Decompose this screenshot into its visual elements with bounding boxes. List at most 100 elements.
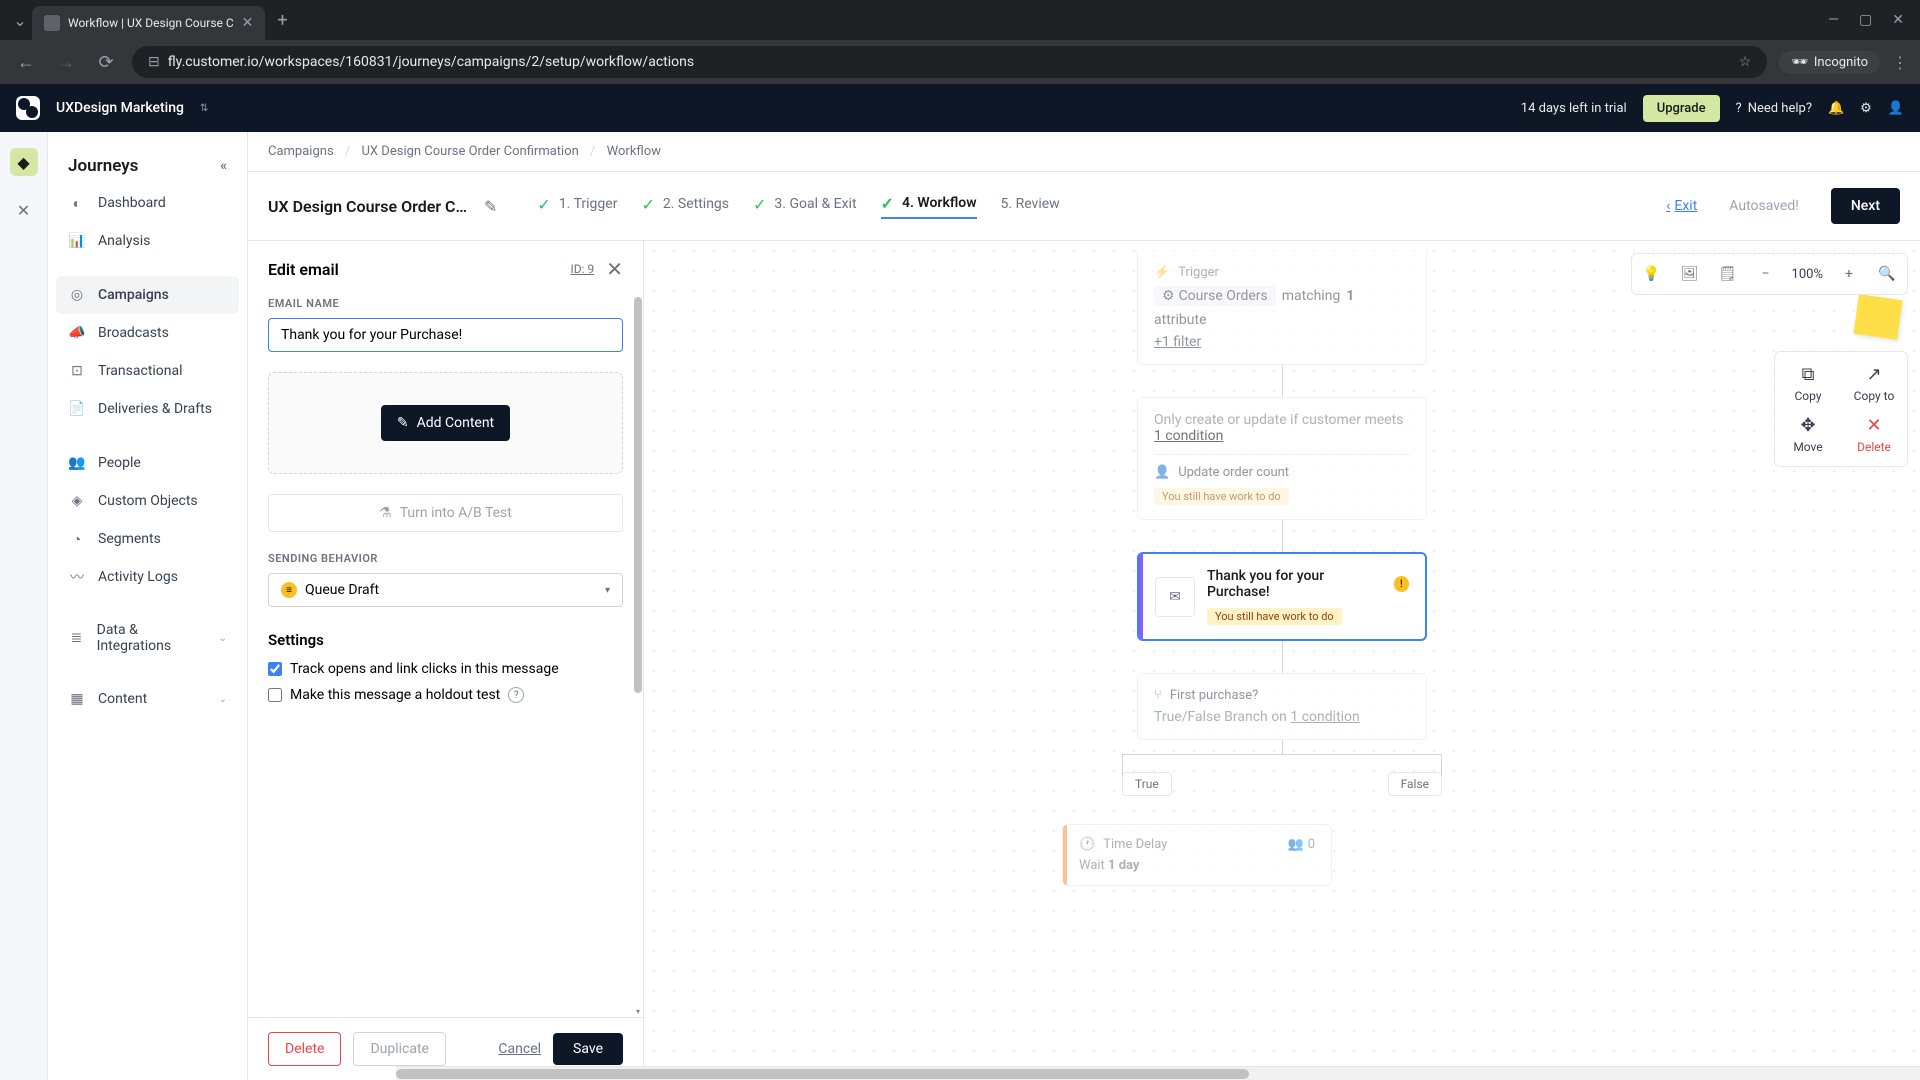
warning-icon: ! (1394, 576, 1409, 592)
idea-tool-icon[interactable]: 💡 (1636, 258, 1668, 290)
panel-scrollbar[interactable]: ▴ ▾ (633, 297, 643, 1017)
delete-icon: ✕ (1866, 415, 1881, 436)
image-tool-icon[interactable]: 🖼 (1674, 258, 1706, 290)
maximize-icon[interactable]: ▢ (1859, 12, 1872, 28)
track-opens-checkbox[interactable] (268, 662, 282, 676)
sidebar-item-analysis[interactable]: 📊Analysis (56, 222, 239, 260)
delete-button[interactable]: Delete (268, 1032, 341, 1066)
zoom-in-icon[interactable]: + (1833, 258, 1865, 290)
sending-behavior-select[interactable]: ≡ Queue Draft ▾ (268, 573, 623, 607)
holdout-checkbox-row[interactable]: Make this message a holdout test ? (268, 687, 623, 703)
pie-icon: ◔ (68, 530, 86, 548)
zoom-out-icon[interactable]: − (1750, 258, 1782, 290)
sidebar-item-content[interactable]: ▦Content⌄ (56, 680, 239, 718)
sidebar-item-deliveries[interactable]: 📄Deliveries & Drafts (56, 390, 239, 428)
palette-delete-button[interactable]: ✕Delete (1849, 411, 1899, 458)
app-logo[interactable] (16, 96, 40, 120)
sidebar-item-segments[interactable]: ◔Segments (56, 520, 239, 558)
search-icon[interactable]: 🔍 (1871, 258, 1903, 290)
cancel-button[interactable]: Cancel (498, 1041, 541, 1057)
rail-journeys-icon[interactable]: ◆ (10, 148, 38, 176)
sidebar-item-people[interactable]: 👥People (56, 444, 239, 482)
breadcrumb-campaigns[interactable]: Campaigns (268, 144, 334, 159)
exit-link[interactable]: ‹Exit (1666, 198, 1697, 214)
sidebar-item-activity-logs[interactable]: 〰Activity Logs (56, 558, 239, 596)
back-button[interactable]: ← (12, 52, 40, 73)
incognito-badge[interactable]: 🕶 Incognito (1779, 51, 1880, 74)
draft-indicator-icon: ≡ (281, 582, 297, 598)
next-button[interactable]: Next (1831, 188, 1900, 224)
note-tool-icon[interactable]: 🗒 (1712, 258, 1744, 290)
duplicate-button[interactable]: Duplicate (353, 1032, 446, 1066)
notifications-icon[interactable]: 🔔 (1828, 101, 1844, 116)
step-trigger[interactable]: ✓1. Trigger (537, 194, 617, 219)
email-id-link[interactable]: ID: 9 (570, 262, 594, 276)
site-info-icon[interactable]: ⊟ (148, 54, 160, 70)
sidebar-item-broadcasts[interactable]: 📣Broadcasts (56, 314, 239, 352)
help-tooltip-icon[interactable]: ? (508, 687, 524, 703)
browser-menu-icon[interactable]: ⋮ (1892, 53, 1908, 72)
step-settings[interactable]: ✓2. Settings (641, 194, 729, 219)
minimize-icon[interactable]: — (1828, 12, 1839, 28)
upgrade-button[interactable]: Upgrade (1643, 95, 1720, 122)
settings-icon[interactable]: ⚙ (1860, 101, 1872, 116)
content-dropzone: ✎Add Content (268, 372, 623, 474)
browser-tab-strip: ⌄ Workflow | UX Design Course C ✕ + — ▢ … (0, 0, 1920, 40)
edit-name-icon[interactable]: ✎ (484, 197, 497, 216)
url-bar[interactable]: ⊟ fly.customer.io/workspaces/160831/jour… (132, 46, 1767, 78)
filter-link[interactable]: +1 filter (1154, 334, 1201, 350)
palette-copy-button[interactable]: ⧉Copy (1783, 360, 1833, 407)
workspace-name[interactable]: UXDesign Marketing (56, 100, 184, 116)
scroll-down-icon[interactable]: ▾ (633, 1007, 643, 1017)
tab-search-dropdown[interactable]: ⌄ (8, 8, 32, 32)
scrollbar-thumb[interactable] (396, 1069, 1249, 1079)
save-button[interactable]: Save (553, 1033, 623, 1065)
rail-other-icon[interactable]: ✕ (10, 196, 38, 224)
bolt-icon: ⚡ (1154, 265, 1170, 280)
scrollbar-thumb[interactable] (634, 297, 642, 693)
branch-condition-link[interactable]: 1 condition (1290, 709, 1359, 725)
collapse-sidebar-icon[interactable]: « (220, 158, 227, 174)
step-review[interactable]: 5. Review (1001, 194, 1060, 219)
sidebar-item-transactional[interactable]: ⊡Transactional (56, 352, 239, 390)
workspace-chevron-icon[interactable]: ⇅ (200, 103, 208, 114)
bookmark-icon[interactable]: ☆ (1739, 54, 1752, 70)
email-name-input[interactable] (268, 318, 623, 352)
reload-button[interactable]: ⟳ (92, 52, 120, 73)
step-workflow[interactable]: ✓4. Workflow (881, 194, 977, 219)
time-delay-node[interactable]: 🕐 Time Delay 👥0 Wait 1 day (1062, 824, 1332, 886)
track-opens-checkbox-row[interactable]: Track opens and link clicks in this mess… (268, 661, 623, 677)
sidebar-item-data-integrations[interactable]: ≣Data & Integrations⌄ (56, 612, 239, 664)
sidebar: Journeys « ◐Dashboard 📊Analysis ◎Campaig… (48, 132, 248, 1080)
forward-button[interactable]: → (52, 52, 80, 73)
sidebar-title: Journeys « (56, 148, 239, 184)
workflow-canvas[interactable]: 💡 🖼 🗒 − 100% + 🔍 ⧉Copy ↗Copy to ✥Move (644, 241, 1920, 1080)
help-link[interactable]: ?Need help? (1736, 101, 1812, 116)
breadcrumb-campaign-name[interactable]: UX Design Course Order Confirmation (362, 144, 579, 159)
step-goal-exit[interactable]: ✓3. Goal & Exit (753, 194, 857, 219)
sticky-note[interactable] (1853, 294, 1902, 340)
holdout-checkbox[interactable] (268, 688, 282, 702)
branch-node[interactable]: ⑂First purchase? True/False Branch on 1 … (1137, 673, 1427, 740)
condition-link[interactable]: 1 condition (1154, 428, 1223, 444)
target-icon: ◎ (68, 286, 86, 304)
check-icon: ✓ (641, 195, 654, 214)
email-node[interactable]: ✉ Thank you for your Purchase!! You stil… (1137, 552, 1427, 641)
close-panel-icon[interactable]: ✕ (606, 257, 623, 281)
sidebar-item-dashboard[interactable]: ◐Dashboard (56, 184, 239, 222)
account-icon[interactable]: 👤 (1888, 101, 1904, 116)
close-window-icon[interactable]: ✕ (1892, 12, 1904, 28)
add-content-button[interactable]: ✎Add Content (381, 405, 510, 441)
browser-tab[interactable]: Workflow | UX Design Course C ✕ (32, 6, 265, 40)
new-tab-button[interactable]: + (265, 10, 299, 31)
app-header: UXDesign Marketing ⇅ 14 days left in tri… (0, 84, 1920, 132)
sidebar-item-custom-objects[interactable]: ◈Custom Objects (56, 482, 239, 520)
sidebar-item-campaigns[interactable]: ◎Campaigns (56, 276, 239, 314)
update-node[interactable]: Only create or update if customer meets … (1137, 397, 1427, 520)
ab-test-button[interactable]: ⚗Turn into A/B Test (268, 494, 623, 532)
palette-move-button[interactable]: ✥Move (1783, 411, 1833, 458)
trigger-node[interactable]: ⚡Trigger ⚙Course Orders matching 1 attri… (1137, 251, 1427, 365)
palette-copy-to-button[interactable]: ↗Copy to (1849, 360, 1899, 407)
close-tab-icon[interactable]: ✕ (242, 15, 254, 31)
horizontal-scrollbar[interactable] (396, 1066, 1920, 1080)
